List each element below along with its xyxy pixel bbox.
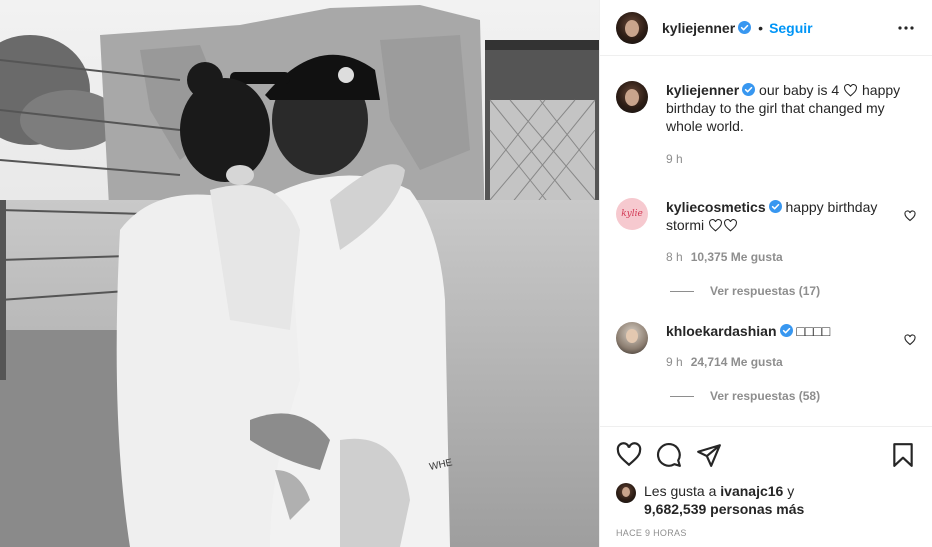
view-replies-button[interactable]: Ver respuestas (17) [670, 284, 916, 298]
likes-conj: y [787, 483, 795, 499]
post-caption: kyliejenner our baby is 4 happy birthday… [616, 81, 916, 168]
heart-emoji-icon [724, 219, 737, 232]
comment-likes[interactable]: 24,714 Me gusta [691, 355, 783, 369]
comment-likes[interactable]: 10,375 Me gusta [691, 250, 783, 264]
caption-username[interactable]: kyliejenner [666, 82, 739, 98]
verified-badge-icon [768, 200, 782, 213]
author-avatar[interactable] [616, 11, 648, 44]
post-actions: Les gusta a ivanajc16 y 9,682,539 person… [600, 426, 932, 538]
liked-by: Les gusta a ivanajc16 y 9,682,539 person… [616, 482, 916, 518]
liker-username[interactable]: ivanajc16 [720, 483, 783, 499]
post-photo[interactable]: WHE [0, 0, 599, 547]
caption-avatar[interactable] [616, 81, 648, 113]
post-sidebar: kyliejenner • Seguir kyliejenner our bab… [599, 0, 932, 547]
commenter-username[interactable]: kyliecosmetics [666, 199, 766, 215]
instagram-post: WHE kyliejenner • Seguir kyliejenner our… [0, 0, 932, 547]
view-replies-label: Ver respuestas (17) [710, 284, 821, 298]
comment-time[interactable]: 9 h [666, 355, 683, 369]
heart-small-icon[interactable] [904, 334, 916, 346]
replies-line [670, 395, 694, 397]
view-replies-label: Ver respuestas (58) [710, 389, 821, 403]
caption-text-start: our baby is 4 [759, 82, 840, 98]
follow-button[interactable]: Seguir [769, 20, 813, 36]
post-timestamp[interactable]: HACE 9 HORAS [616, 528, 916, 538]
heart-small-icon[interactable] [904, 210, 916, 222]
verified-badge-icon [779, 324, 793, 337]
liker-avatar[interactable] [616, 483, 636, 503]
comment-icon[interactable] [656, 442, 682, 468]
caption-time[interactable]: 9 h [666, 152, 683, 166]
action-bar [616, 441, 916, 469]
heart-emoji-icon [709, 219, 722, 232]
comment-time[interactable]: 8 h [666, 250, 683, 264]
view-replies-button[interactable]: Ver respuestas (58) [670, 389, 916, 403]
save-icon[interactable] [890, 442, 916, 468]
heart-icon[interactable] [616, 442, 642, 468]
heart-emoji-icon [844, 84, 858, 97]
likes-summary: Les gusta a ivanajc16 y 9,682,539 person… [644, 482, 804, 518]
comment-item: khloekardashian □□□□ 9 h 24,714 Me gusta [616, 322, 916, 371]
comment-text: □□□□ [796, 323, 831, 339]
more-options-icon[interactable] [894, 16, 918, 40]
verified-badge-icon [738, 21, 752, 34]
commenter-username[interactable]: khloekardashian [666, 323, 777, 339]
post-header: kyliejenner • Seguir [600, 0, 932, 56]
commenter-avatar[interactable]: kylie [616, 198, 648, 230]
comment-item: kylie kyliecosmetics happy birthday stor… [616, 198, 916, 266]
commenter-avatar[interactable] [616, 322, 648, 354]
share-icon[interactable] [696, 442, 722, 468]
replies-line [670, 290, 694, 292]
avatar-logo-text: kylie [621, 209, 643, 219]
verified-badge-icon [742, 83, 756, 96]
photo-illustration: WHE [0, 0, 599, 547]
comments-section[interactable]: kyliejenner our baby is 4 happy birthday… [600, 57, 932, 425]
separator-dot: • [758, 19, 764, 36]
likes-count[interactable]: 9,682,539 personas más [644, 501, 804, 517]
likes-prefix: Les gusta a [644, 483, 717, 499]
author-username[interactable]: kyliejenner [662, 20, 735, 36]
